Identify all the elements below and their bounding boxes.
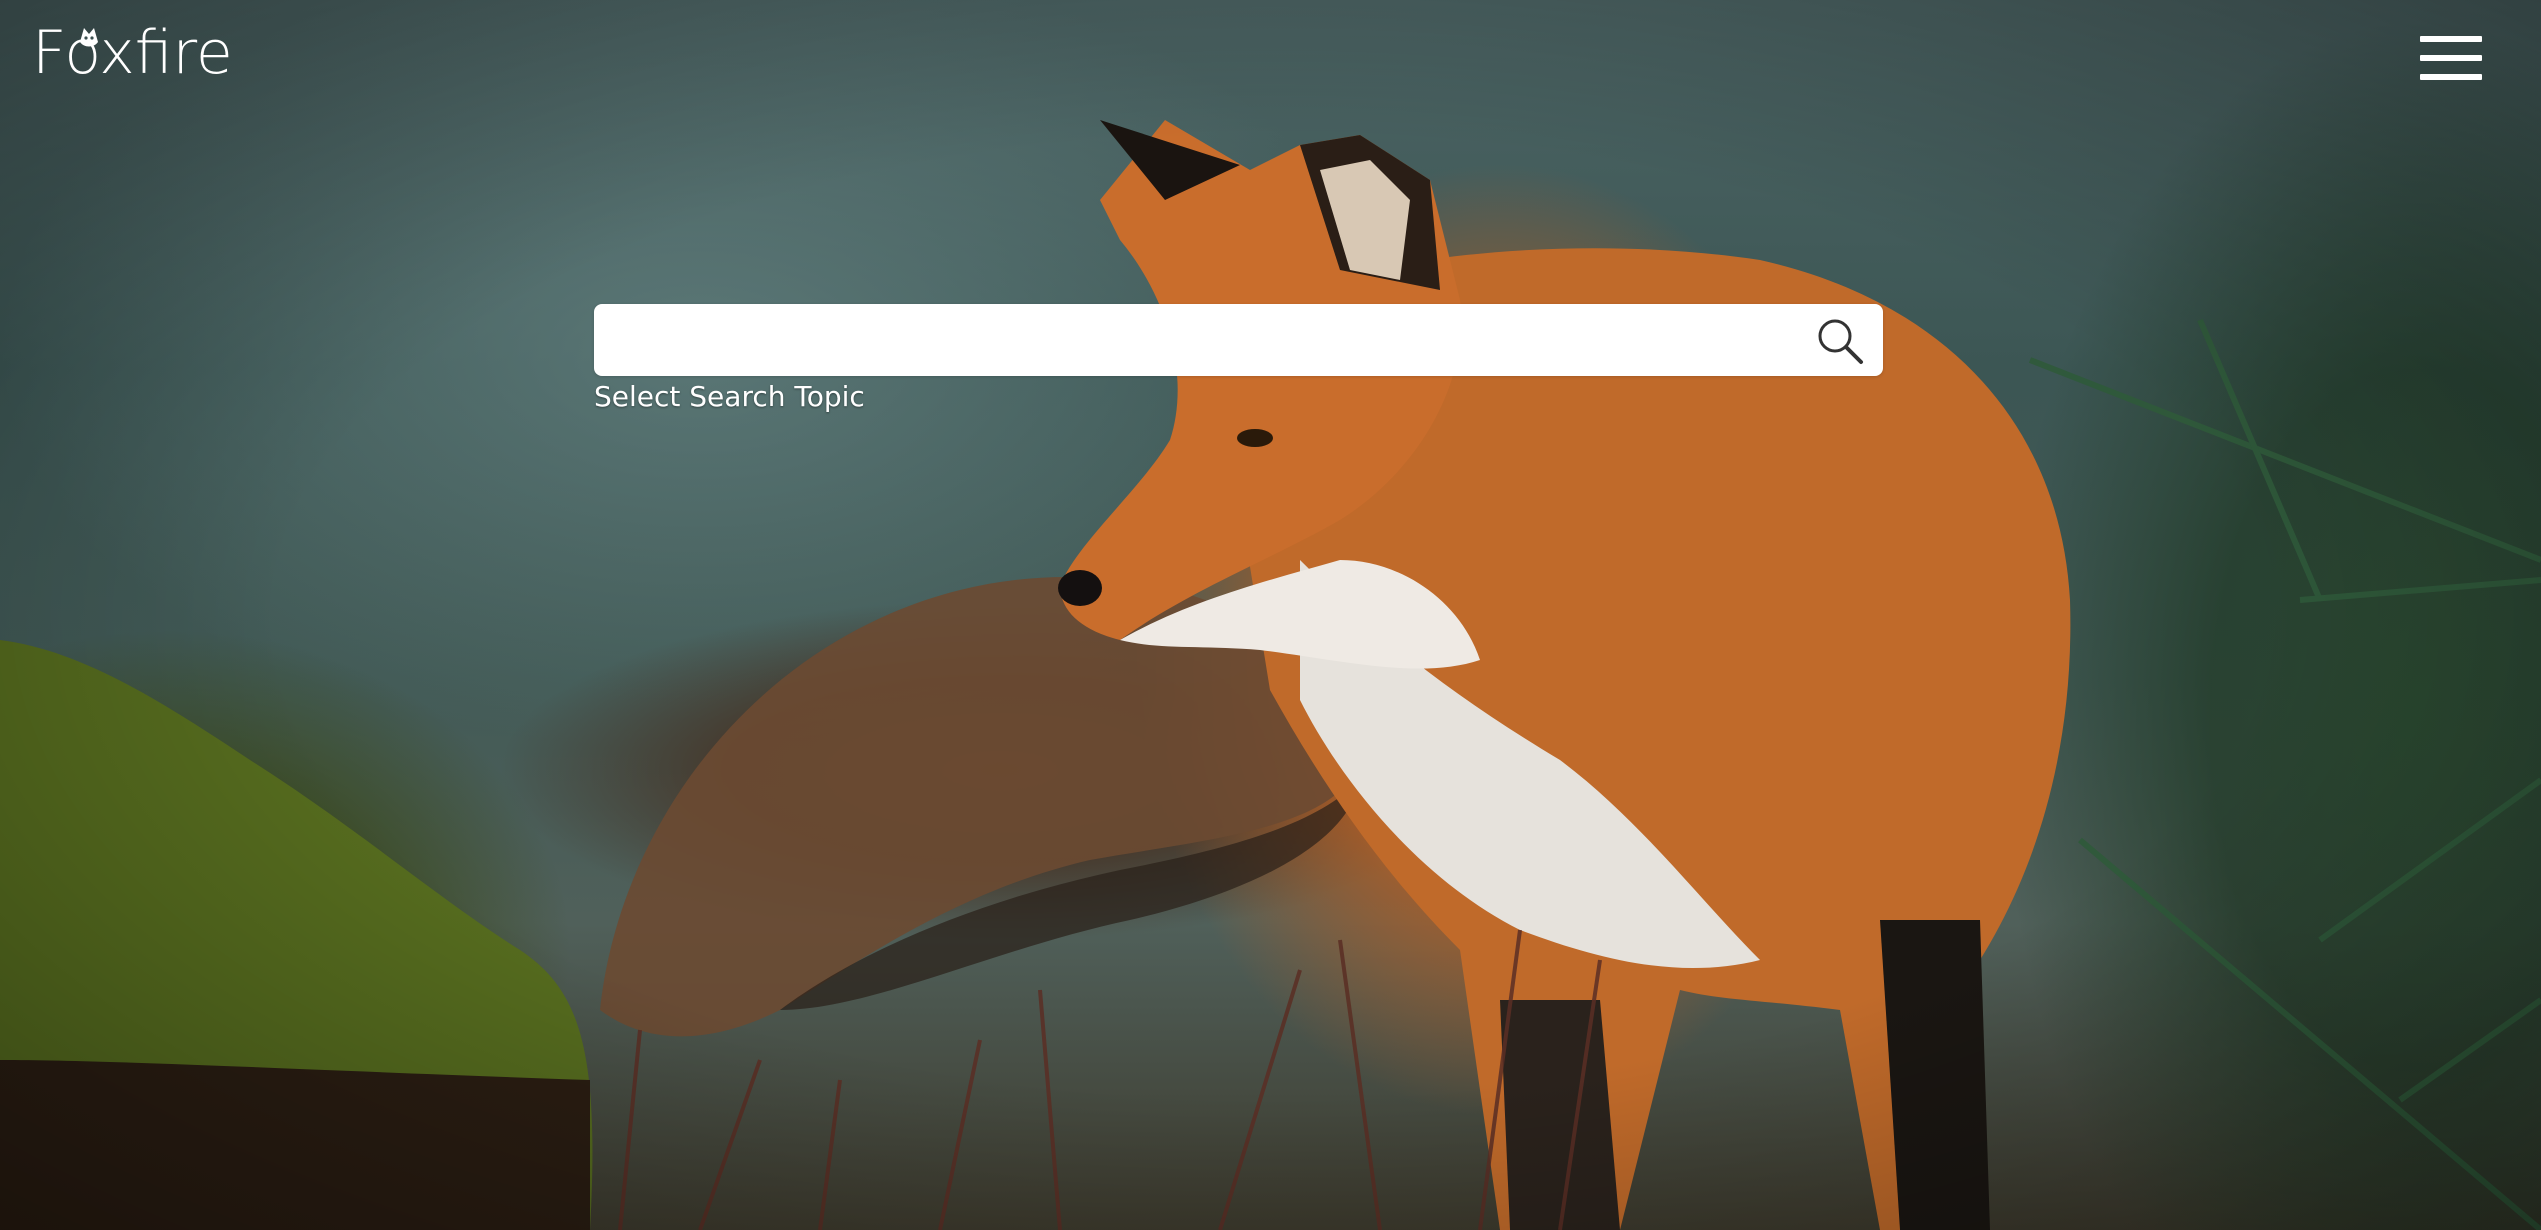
- logo-text: Foxfire: [32, 18, 233, 88]
- select-search-topic-link[interactable]: Select Search Topic: [594, 380, 865, 413]
- site-logo[interactable]: Foxfire: [32, 18, 233, 88]
- hamburger-menu-icon[interactable]: [2420, 36, 2482, 80]
- page-root: Foxfire Select Search Topic: [0, 0, 2541, 1230]
- fox-logo-icon: [80, 28, 98, 47]
- search-icon[interactable]: [1815, 316, 1865, 366]
- background-photo: [0, 120, 2541, 1230]
- menu-bar-top: [2420, 36, 2482, 42]
- search-input[interactable]: [594, 304, 1794, 376]
- menu-bar-middle: [2420, 55, 2482, 61]
- menu-bar-bottom: [2420, 74, 2482, 80]
- search-bar: [594, 304, 1883, 376]
